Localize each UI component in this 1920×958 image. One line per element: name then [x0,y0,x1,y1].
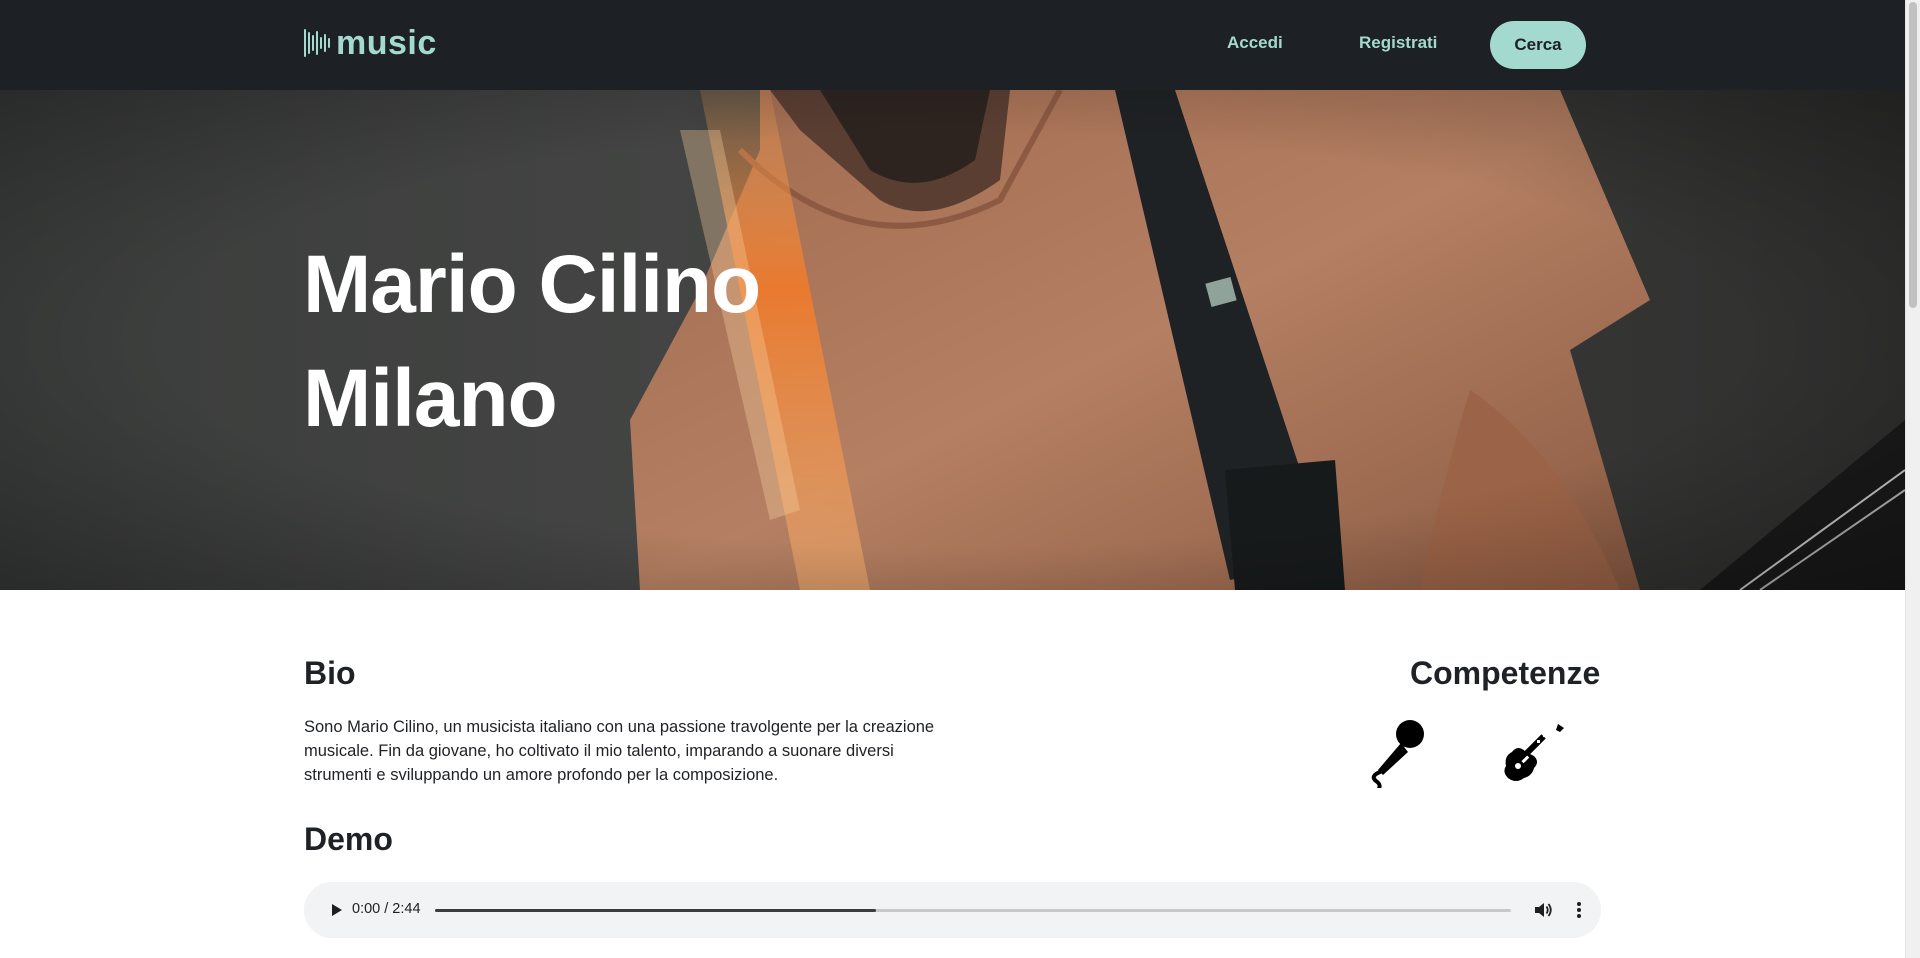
artist-city: Milano [303,353,558,444]
register-link[interactable]: Registrati [1359,33,1437,53]
bio-text: Sono Mario Cilino, un musicista italiano… [304,718,935,784]
electric-guitar-icon [1504,724,1564,781]
microphone-icon [1371,720,1424,788]
more-options-icon[interactable] [1568,899,1590,921]
progress-fill [435,909,877,912]
volume-icon[interactable] [1532,899,1554,921]
navbar: music Accedi Registrati Cerca [0,0,1905,90]
artist-name: Mario Cilino [303,239,761,330]
demo-audio-player[interactable]: 0:00 / 2:44 [304,882,1601,938]
play-icon[interactable] [326,900,346,920]
skills-heading: Competenze [1410,655,1601,691]
page-scrollbar[interactable] [1905,0,1920,958]
scrollbar-thumb[interactable] [1909,2,1917,308]
logo[interactable]: music [304,26,437,60]
search-button[interactable]: Cerca [1490,21,1586,69]
hero-background-photo [0,90,1905,590]
hero-banner: Mario Cilino Milano [0,90,1905,590]
bio-heading: Bio [304,655,356,691]
time-display: 0:00 / 2:44 [352,901,421,917]
soundwave-logo-icon [304,26,330,60]
login-link[interactable]: Accedi [1227,33,1283,53]
logo-text: music [336,24,437,62]
demo-heading: Demo [304,821,393,857]
progress-bar[interactable] [435,909,1511,912]
